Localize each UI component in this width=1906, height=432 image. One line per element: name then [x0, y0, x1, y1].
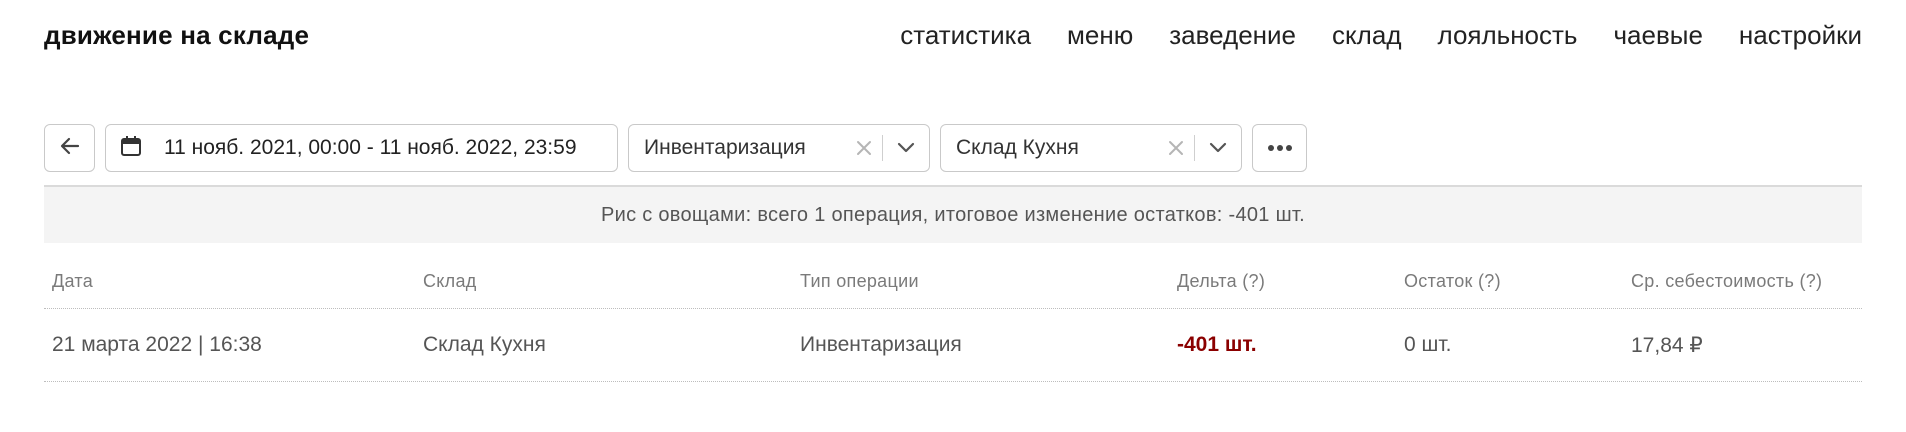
page: движение на складе статистика меню завед… [0, 0, 1906, 432]
column-header-avg-cost[interactable]: Ср. себестоимость (?) [1631, 271, 1822, 292]
page-title: движение на складе [44, 19, 310, 50]
operation-type-dropdown-toggle[interactable] [883, 124, 929, 172]
nav-statistics[interactable]: статистика [900, 20, 1031, 51]
operation-type-select[interactable]: Инвентаризация [628, 124, 930, 172]
column-header-delta[interactable]: Дельта (?) [1177, 271, 1265, 292]
date-range-value: 11 нояб. 2021, 00:00 - 11 нояб. 2022, 23… [164, 136, 577, 159]
nav-settings[interactable]: настройки [1739, 20, 1862, 51]
column-header-operation-type[interactable]: Тип операции [800, 271, 919, 292]
storage-dropdown-toggle[interactable] [1195, 124, 1241, 172]
cell-storage: Склад Кухня [423, 333, 546, 356]
top-nav: статистика меню заведение склад лояльнос… [900, 20, 1862, 51]
arrow-left-icon [58, 134, 82, 163]
cell-delta: -401 шт. [1177, 333, 1257, 356]
nav-menu[interactable]: меню [1067, 20, 1133, 51]
cell-balance: 0 шт. [1404, 333, 1452, 356]
chevron-down-icon [1209, 142, 1227, 153]
filter-toolbar: 11 нояб. 2021, 00:00 - 11 нояб. 2022, 23… [44, 124, 1307, 172]
cell-operation-type: Инвентаризация [800, 333, 962, 356]
column-header-date[interactable]: Дата [52, 271, 93, 292]
cell-date: 21 марта 2022 | 16:38 [52, 333, 262, 356]
operation-type-value: Инвентаризация [644, 136, 806, 159]
calendar-icon [120, 135, 142, 162]
summary-text: Рис с овощами: всего 1 операция, итогово… [600, 203, 1306, 226]
column-header-storage[interactable]: Склад [423, 271, 477, 292]
more-options-button[interactable] [1252, 124, 1307, 172]
table-header: Дата Склад Тип операции Дельта (?) Остат… [44, 254, 1862, 309]
nav-establishment[interactable]: заведение [1169, 20, 1296, 51]
column-header-balance[interactable]: Остаток (?) [1404, 271, 1501, 292]
nav-tips[interactable]: чаевые [1613, 20, 1702, 51]
back-button[interactable] [44, 124, 95, 172]
clear-operation-type-button[interactable] [846, 124, 882, 172]
nav-warehouse[interactable]: склад [1332, 20, 1401, 51]
header: движение на складе статистика меню завед… [44, 14, 1862, 56]
more-dots-icon [1267, 139, 1293, 157]
storage-select[interactable]: Склад Кухня [940, 124, 1242, 172]
storage-value: Склад Кухня [956, 136, 1079, 159]
cell-avg-cost: 17,84 ₽ [1631, 333, 1703, 357]
chevron-down-icon [897, 142, 915, 153]
movements-table: Дата Склад Тип операции Дельта (?) Остат… [44, 254, 1862, 382]
summary-bar: Рис с овощами: всего 1 операция, итогово… [44, 185, 1862, 243]
date-range-picker[interactable]: 11 нояб. 2021, 00:00 - 11 нояб. 2022, 23… [105, 124, 618, 172]
clear-storage-button[interactable] [1158, 124, 1194, 172]
close-icon [857, 141, 871, 155]
nav-loyalty[interactable]: лояльность [1437, 20, 1577, 51]
table-row[interactable]: 21 марта 2022 | 16:38 Склад Кухня Инвент… [44, 309, 1862, 382]
close-icon [1169, 141, 1183, 155]
